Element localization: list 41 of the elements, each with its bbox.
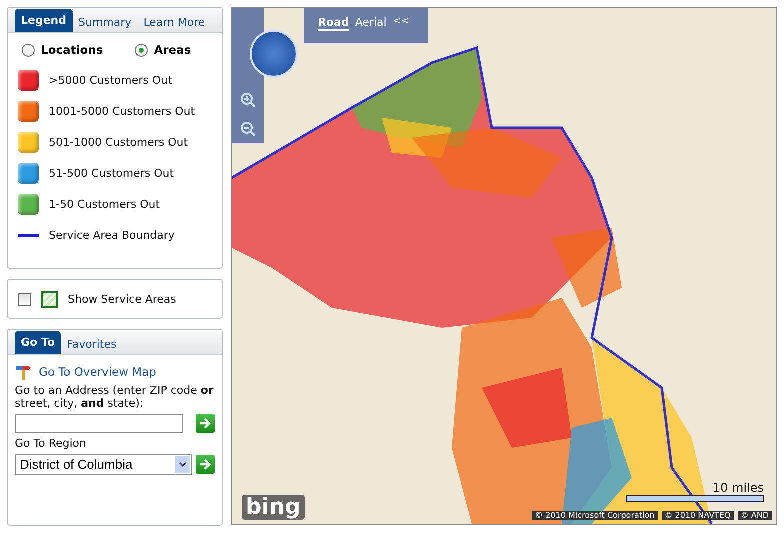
checkbox-label: Show Service Areas bbox=[68, 292, 176, 306]
zoom-out-icon[interactable] bbox=[240, 121, 256, 137]
map-logo: bing bbox=[242, 495, 305, 520]
arrow-icon bbox=[199, 417, 212, 430]
legend-label: 501-1000 Customers Out bbox=[49, 136, 188, 149]
copyright-text: © 2010 Microsoft Corporation bbox=[532, 511, 658, 520]
legend-label: 1001-5000 Customers Out bbox=[49, 105, 196, 118]
radio-icon[interactable] bbox=[22, 44, 35, 56]
legend-label: 51-500 Customers Out bbox=[49, 167, 174, 180]
caret-icon bbox=[178, 462, 186, 467]
panel-tab[interactable]: Summary bbox=[72, 12, 138, 32]
view-tab[interactable]: Aerial bbox=[355, 16, 387, 31]
address-instructions: Go to an Address (enter ZIP code or street, city, and state): bbox=[15, 384, 215, 410]
copyright-text: © 2010 NAVTEQ bbox=[662, 511, 734, 520]
view-tab[interactable]: Road bbox=[318, 16, 350, 31]
pan-control[interactable] bbox=[250, 30, 298, 78]
panel-tab[interactable]: Go To bbox=[15, 331, 62, 354]
panel-tab[interactable]: Favorites bbox=[61, 334, 123, 354]
region-label: Go To Region bbox=[15, 437, 88, 450]
zoom-in-icon[interactable] bbox=[240, 92, 256, 108]
checkbox[interactable] bbox=[18, 292, 31, 306]
region-select[interactable]: District of Columbia bbox=[15, 454, 192, 475]
go-button[interactable] bbox=[196, 414, 215, 433]
scale-label: 10 miles bbox=[712, 481, 764, 495]
copyright-text: © AND bbox=[738, 511, 772, 520]
legend-label: Service Area Boundary bbox=[49, 229, 175, 242]
panel-tab[interactable]: Learn More bbox=[138, 12, 212, 32]
collapse-toggle[interactable]: << bbox=[392, 16, 410, 27]
overview-map-link[interactable]: Go To Overview Map bbox=[39, 365, 156, 379]
signpost-icon bbox=[15, 364, 31, 380]
legend-label: 1-50 Customers Out bbox=[49, 198, 160, 211]
view-option[interactable]: Locations bbox=[22, 43, 104, 57]
view-option[interactable]: Areas bbox=[135, 43, 192, 57]
arrow-icon bbox=[199, 458, 212, 471]
go-button[interactable] bbox=[196, 455, 215, 474]
legend-label: >5000 Customers Out bbox=[49, 74, 172, 87]
address-input[interactable] bbox=[15, 414, 183, 433]
hatched-area-icon bbox=[41, 290, 58, 308]
panel-tab[interactable]: Legend bbox=[15, 9, 73, 32]
radio-icon[interactable] bbox=[135, 44, 148, 56]
map-tile[interactable]: Road Aerial << bing 10 miles © 2010 Microsoft Corporation © 2010 NAVTEQ © AND bbox=[231, 7, 777, 525]
